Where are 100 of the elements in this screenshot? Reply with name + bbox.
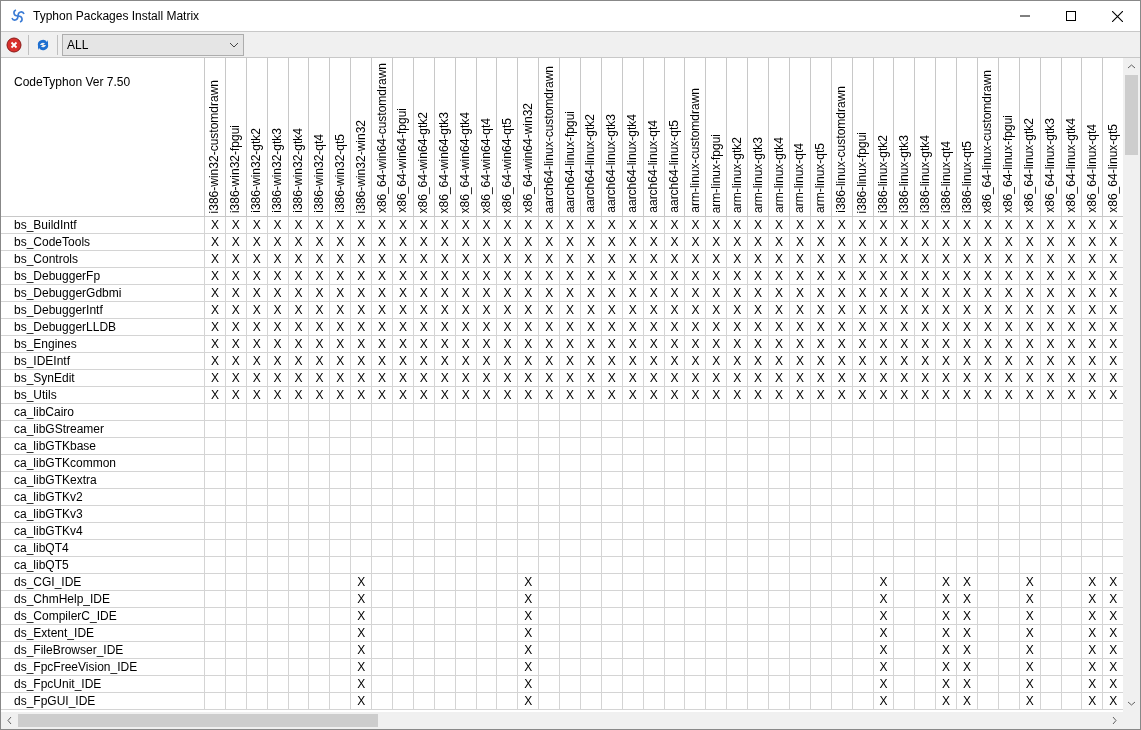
column-header: i386-linux-fpgui bbox=[851, 58, 873, 217]
table-cell: X bbox=[914, 251, 936, 268]
table-cell: X bbox=[224, 370, 246, 387]
table-cell: X bbox=[705, 370, 727, 387]
column-header: aarch64-linux-qt5 bbox=[663, 58, 685, 217]
table-cell: X bbox=[726, 370, 748, 387]
table-cell: X bbox=[872, 608, 894, 625]
table-cell: X bbox=[1018, 234, 1040, 251]
table-cell: X bbox=[621, 370, 643, 387]
table-cell: X bbox=[433, 353, 455, 370]
table-cell: X bbox=[245, 353, 267, 370]
table-cell: X bbox=[809, 217, 831, 234]
table-cell: X bbox=[809, 251, 831, 268]
table-cell: X bbox=[475, 370, 497, 387]
row-label: ca_libCairo bbox=[1, 404, 204, 421]
table-cell: X bbox=[935, 353, 957, 370]
table-cell: X bbox=[830, 285, 852, 302]
table-cell: X bbox=[997, 234, 1019, 251]
table-cell: X bbox=[956, 268, 977, 285]
table-cell: X bbox=[893, 285, 915, 302]
table-cell: X bbox=[976, 319, 998, 336]
table-cell: X bbox=[872, 353, 894, 370]
table-cell: X bbox=[580, 234, 601, 251]
table-cell: X bbox=[872, 625, 894, 642]
table-cell: X bbox=[412, 336, 434, 353]
table-cell: X bbox=[621, 302, 643, 319]
table-cell: X bbox=[768, 285, 789, 302]
table-cell: X bbox=[705, 302, 727, 319]
table-cell: X bbox=[245, 336, 267, 353]
table-cell: X bbox=[224, 319, 246, 336]
table-cell: X bbox=[830, 370, 852, 387]
column-header: x86_64-win64-qt5 bbox=[496, 58, 518, 217]
table-cell: X bbox=[976, 302, 998, 319]
column-header: i386-win32-qt4 bbox=[308, 58, 330, 217]
table-cell: X bbox=[392, 217, 413, 234]
table-cell: X bbox=[956, 608, 977, 625]
table-cell: X bbox=[1081, 574, 1103, 591]
version-label: CodeTyphon Ver 7.50 bbox=[14, 75, 131, 89]
table-cell: X bbox=[600, 370, 622, 387]
row-label: bs_CodeTools bbox=[1, 234, 204, 251]
table-cell: X bbox=[245, 217, 267, 234]
column-header: i386-win32-gtk2 bbox=[245, 58, 267, 217]
table-cell: X bbox=[517, 693, 539, 710]
table-cell: X bbox=[726, 268, 748, 285]
table-cell: X bbox=[580, 268, 601, 285]
table-cell: X bbox=[496, 217, 518, 234]
table-cell: X bbox=[997, 319, 1019, 336]
table-cell: X bbox=[371, 217, 392, 234]
table-cell: X bbox=[642, 285, 664, 302]
table-cell: X bbox=[747, 251, 769, 268]
table-cell: X bbox=[308, 251, 330, 268]
table-cell: X bbox=[684, 319, 706, 336]
column-header: arm-linux-gtk4 bbox=[768, 58, 789, 217]
table-cell: X bbox=[329, 217, 351, 234]
table-cell: X bbox=[893, 336, 915, 353]
table-cell: X bbox=[872, 251, 894, 268]
table-cell: X bbox=[329, 268, 351, 285]
column-header: arm-linux-qt5 bbox=[809, 58, 831, 217]
table-cell: X bbox=[600, 387, 622, 404]
table-cell: X bbox=[851, 370, 873, 387]
table-cell: X bbox=[1060, 234, 1082, 251]
table-cell: X bbox=[997, 336, 1019, 353]
table-cell: X bbox=[935, 302, 957, 319]
scrollbar-thumb[interactable] bbox=[1125, 75, 1138, 155]
row-label: bs_Engines bbox=[1, 336, 204, 353]
table-cell: X bbox=[768, 353, 789, 370]
column-header: x86_64-linux-gtk4 bbox=[1060, 58, 1082, 217]
table-cell: X bbox=[663, 387, 685, 404]
horizontal-scrollbar[interactable] bbox=[1, 712, 1123, 729]
table-cell: X bbox=[893, 217, 915, 234]
table-cell: X bbox=[935, 268, 957, 285]
table-cell: X bbox=[517, 336, 539, 353]
table-cell: X bbox=[1039, 319, 1061, 336]
table-cell: X bbox=[308, 336, 330, 353]
table-cell: X bbox=[517, 285, 539, 302]
table-cell: X bbox=[392, 370, 413, 387]
table-cell: X bbox=[538, 268, 560, 285]
table-cell: X bbox=[935, 336, 957, 353]
table-cell: X bbox=[433, 285, 455, 302]
vertical-scrollbar[interactable] bbox=[1123, 58, 1140, 712]
table-cell: X bbox=[956, 285, 977, 302]
scrollbar-thumb[interactable] bbox=[18, 714, 378, 727]
table-cell: X bbox=[830, 387, 852, 404]
table-cell: X bbox=[1081, 251, 1103, 268]
table-cell: X bbox=[747, 285, 769, 302]
table-cell: X bbox=[893, 319, 915, 336]
table-cell: X bbox=[350, 676, 372, 693]
table-cell: X bbox=[1018, 591, 1040, 608]
stop-button[interactable] bbox=[4, 34, 24, 55]
table-cell: X bbox=[204, 217, 225, 234]
column-header: x86_64-linux-qt4 bbox=[1081, 58, 1103, 217]
table-cell: X bbox=[412, 234, 434, 251]
table-cell: X bbox=[266, 217, 288, 234]
filter-dropdown[interactable]: ALL bbox=[62, 33, 244, 56]
row-label: ds_CompilerC_IDE bbox=[1, 608, 204, 625]
table-cell: X bbox=[1081, 625, 1103, 642]
table-cell: X bbox=[266, 336, 288, 353]
column-header: i386-linux-gtk3 bbox=[893, 58, 915, 217]
table-cell: X bbox=[1081, 693, 1103, 710]
table-cell: X bbox=[872, 693, 894, 710]
